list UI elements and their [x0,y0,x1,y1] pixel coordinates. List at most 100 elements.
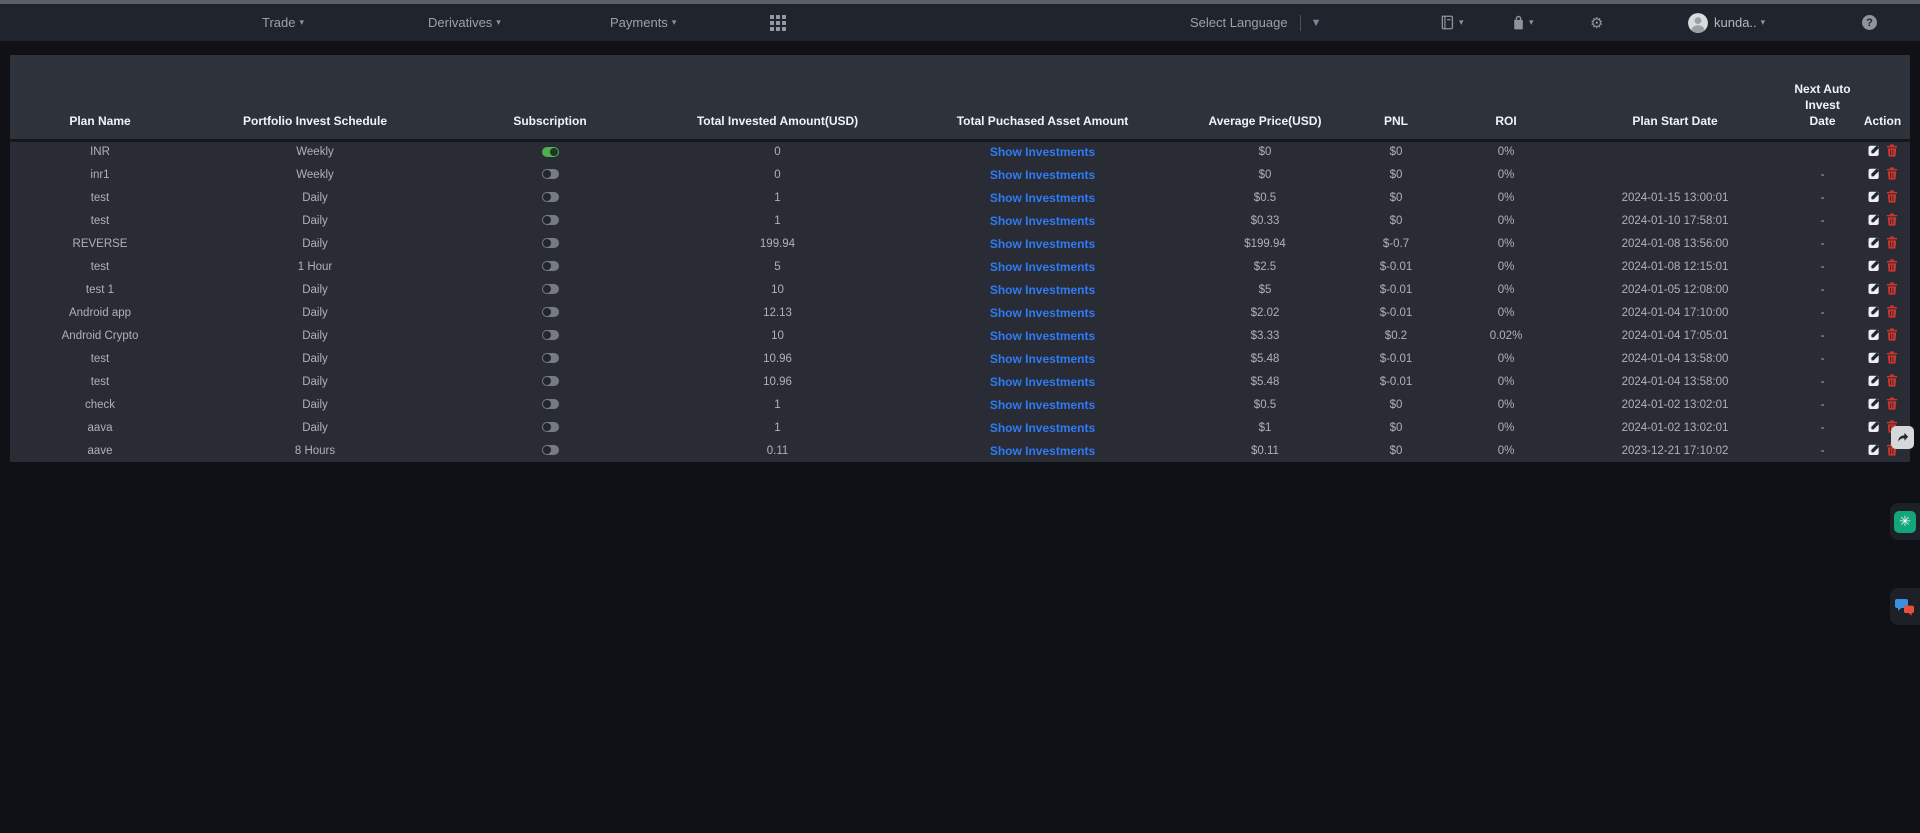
show-investments-link[interactable]: Show Investments [990,168,1095,182]
show-investments-link[interactable]: Show Investments [990,352,1095,366]
chevron-down-icon: ▾ [1761,17,1766,28]
delete-button[interactable] [1886,305,1898,318]
invested-amount-cell: 10 [660,278,895,301]
subscription-toggle[interactable] [542,353,559,363]
edit-button[interactable] [1868,167,1881,180]
edit-button[interactable] [1868,259,1881,272]
purchased-asset-cell: Show Investments [895,186,1190,209]
subscription-toggle[interactable] [542,238,559,248]
delete-button[interactable] [1886,397,1898,410]
subscription-cell [440,163,660,186]
delete-button[interactable] [1886,190,1898,203]
table-row: Android CryptoDaily10Show Investments$3.… [10,324,1910,347]
subscription-toggle[interactable] [542,192,559,202]
subscription-toggle[interactable] [542,261,559,271]
delete-button[interactable] [1886,374,1898,387]
next-date-cell: - [1790,301,1855,324]
edit-button[interactable] [1868,420,1881,433]
share-arrow-button[interactable] [1891,426,1914,449]
edit-button[interactable] [1868,397,1881,410]
chevron-down-icon: ▾ [299,17,304,28]
delete-icon [1886,328,1898,341]
delete-button[interactable] [1886,144,1898,157]
wallet-bag-icon [1512,15,1525,30]
action-cell [1855,301,1910,324]
show-investments-link[interactable]: Show Investments [990,191,1095,205]
delete-icon [1886,282,1898,295]
column-header-next-auto-invest-date: Next Auto Invest Date [1790,55,1855,140]
start-date-cell: 2024-01-04 13:58:00 [1560,370,1790,393]
subscription-toggle[interactable] [542,307,559,317]
show-investments-link[interactable]: Show Investments [990,260,1095,274]
auto-invest-plans-panel: Plan NamePortfolio Invest ScheduleSubscr… [10,55,1910,462]
delete-button[interactable] [1886,167,1898,180]
delete-button[interactable] [1886,236,1898,249]
edit-button[interactable] [1868,236,1881,249]
show-investments-link[interactable]: Show Investments [990,237,1095,251]
next-date-cell: - [1790,209,1855,232]
delete-button[interactable] [1886,328,1898,341]
show-investments-link[interactable]: Show Investments [990,145,1095,159]
show-investments-link[interactable]: Show Investments [990,214,1095,228]
edit-button[interactable] [1868,374,1881,387]
show-investments-link[interactable]: Show Investments [990,421,1095,435]
subscription-toggle[interactable] [542,399,559,409]
subscription-cell [440,209,660,232]
subscription-toggle[interactable] [542,284,559,294]
edit-button[interactable] [1868,443,1881,456]
apps-grid-button[interactable] [770,4,786,41]
chat-widget-button[interactable] [1890,588,1920,625]
invested-amount-cell: 1 [660,416,895,439]
delete-icon [1886,190,1898,203]
delete-button[interactable] [1886,282,1898,295]
subscription-toggle[interactable] [542,422,559,432]
edit-button[interactable] [1868,282,1881,295]
start-date-cell: 2023-12-21 17:10:02 [1560,439,1790,462]
subscription-toggle[interactable] [542,445,559,455]
subscription-toggle[interactable] [542,376,559,386]
show-investments-link[interactable]: Show Investments [990,283,1095,297]
edit-button[interactable] [1868,305,1881,318]
edit-button[interactable] [1868,190,1881,203]
subscription-toggle[interactable] [542,330,559,340]
subscription-toggle[interactable] [542,169,559,179]
language-dropdown-icon: ▼ [1311,17,1322,29]
help-button[interactable]: ? [1862,4,1877,41]
show-investments-link[interactable]: Show Investments [990,398,1095,412]
edit-icon [1868,236,1881,249]
user-menu[interactable]: kunda.. ▾ [1688,4,1765,41]
language-selector[interactable]: Select Language ▼ [1190,4,1321,41]
invested-amount-cell: 12.13 [660,301,895,324]
show-investments-link[interactable]: Show Investments [990,306,1095,320]
subscription-toggle[interactable] [542,147,559,157]
nav-menu-trade[interactable]: Trade ▾ [262,4,304,41]
action-cell [1855,370,1910,393]
ai-assistant-button[interactable]: ✳ [1890,503,1920,540]
show-investments-link[interactable]: Show Investments [990,329,1095,343]
wallet-menu[interactable]: ▾ [1512,4,1534,41]
edit-button[interactable] [1868,213,1881,226]
edit-button[interactable] [1868,351,1881,364]
delete-icon [1886,397,1898,410]
show-investments-link[interactable]: Show Investments [990,444,1095,458]
settings-button[interactable]: ⚙ [1590,4,1603,41]
edit-button[interactable] [1868,144,1881,157]
plan-name-cell: test [10,209,190,232]
nav-menu-derivatives[interactable]: Derivatives ▾ [428,4,501,41]
nav-menu-payments[interactable]: Payments ▾ [610,4,676,41]
table-body: INRWeekly0Show Investments$0$00%inr1Week… [10,140,1910,462]
invested-amount-cell: 10.96 [660,370,895,393]
delete-button[interactable] [1886,351,1898,364]
next-date-cell: - [1790,163,1855,186]
subscription-toggle[interactable] [542,215,559,225]
next-date-cell: - [1790,324,1855,347]
delete-button[interactable] [1886,213,1898,226]
plan-name-cell: test 1 [10,278,190,301]
orders-menu[interactable]: ▾ [1440,4,1464,41]
edit-button[interactable] [1868,328,1881,341]
show-investments-link[interactable]: Show Investments [990,375,1095,389]
start-date-cell: 2024-01-05 12:08:00 [1560,278,1790,301]
delete-button[interactable] [1886,259,1898,272]
chevron-down-icon: ▾ [672,17,677,28]
purchased-asset-cell: Show Investments [895,347,1190,370]
